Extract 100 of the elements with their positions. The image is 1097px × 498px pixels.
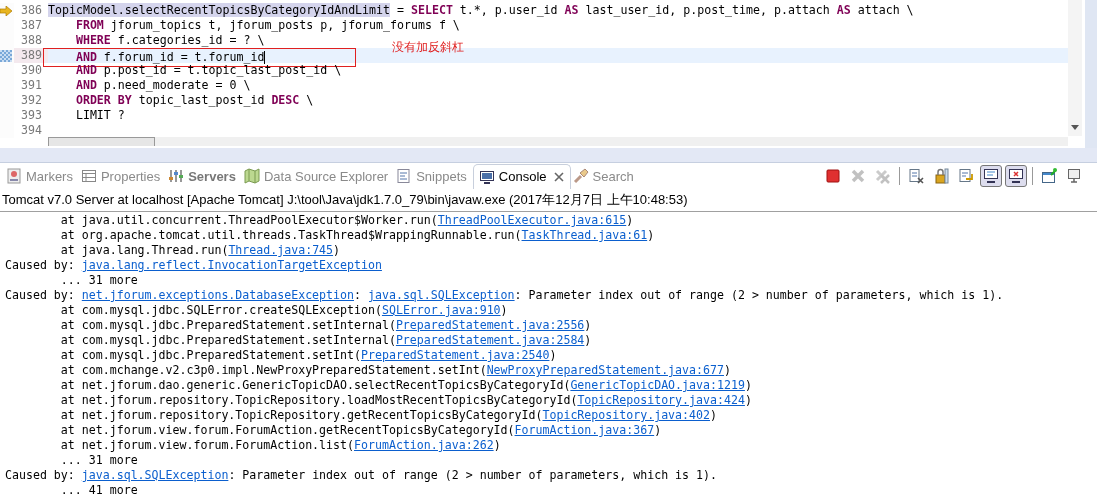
flashlight-icon <box>572 168 589 184</box>
console-text: ) <box>584 333 592 347</box>
code-line: FROM jforum_topics t, jforum_posts p, jforum_forums f \ <box>74 18 460 33</box>
code-line: LIMIT ? <box>74 108 125 123</box>
view-tab[interactable]: Servers <box>166 164 242 188</box>
line-number: 393 <box>20 108 43 123</box>
console-text: ) <box>549 348 557 362</box>
stack-trace-link[interactable]: PreparedStatement.java:2556 <box>395 318 585 332</box>
console-text: ) <box>710 408 717 422</box>
stack-trace-link[interactable]: java.sql.SQLException <box>81 468 229 482</box>
console-text: ... 31 more <box>59 273 138 287</box>
console-text: at com.mysql.jdbc.PreparedStatement.setInt( <box>59 348 361 362</box>
line-number: 391 <box>20 78 43 93</box>
monitor-icon <box>478 168 495 185</box>
code-line: WHERE f.categories_id = ? \ <box>74 33 265 48</box>
stack-trace-link[interactable]: Thread.java:745 <box>228 243 334 257</box>
line-number: 386 <box>20 3 43 18</box>
stack-trace-link[interactable]: TaskThread.java:61 <box>521 228 648 242</box>
stack-trace-link[interactable]: ThreadPoolExecutor.java:615 <box>437 213 627 227</box>
stack-trace-link[interactable]: PreparedStatement.java:2540 <box>361 348 550 362</box>
line-number: 389 <box>14 48 48 63</box>
console-text: at java.lang.Thread.run( <box>59 243 229 257</box>
document-x-icon <box>908 168 924 184</box>
stack-trace-link[interactable]: NewProxyPreparedStatement.java:677 <box>486 363 724 377</box>
stack-trace-link[interactable]: TopicRepository.java:424 <box>577 393 745 407</box>
table-icon <box>80 168 97 184</box>
stack-trace-link[interactable]: ForumAction.java:367 <box>514 423 655 437</box>
stack-trace-link[interactable]: GenericTopicDAO.java:1219 <box>570 378 745 392</box>
console-text: : Parameter index out of range (2 > number of parameters, which is 1). <box>228 468 717 482</box>
close-icon[interactable] <box>553 171 564 182</box>
console-text: Caused by: <box>5 468 76 482</box>
scroll-thumb[interactable] <box>48 137 155 146</box>
console-text: at net.jforum.repository.TopicRepository.loadMostRecentTopicsByCategoryId( <box>59 393 578 407</box>
console-text: at net.jforum.view.forum.ForumAction.list( <box>59 438 354 452</box>
console-text: ) <box>584 318 592 332</box>
view-tab[interactable]: Data Source Explorer <box>241 164 395 188</box>
line-number: 394 <box>20 123 43 138</box>
console-text: at java.util.concurrent.ThreadPoolExecutor$Worker.run( <box>59 213 438 227</box>
annotation-text: 没有加反斜杠 <box>392 40 464 55</box>
console-text: Caused by: <box>5 258 76 272</box>
console-text: ... 31 more <box>59 453 138 467</box>
console-text: ) <box>500 303 508 317</box>
line-number: 387 <box>20 18 43 33</box>
code-line: TopicModel.selectRecentTopicsByCategoryIdAndLimit = SELECT t.*, p.user_id AS last_user_id, p.post_time, p.attach AS attach \ <box>48 3 914 18</box>
scroll-down-icon <box>1071 125 1079 130</box>
console-text: at org.apache.tomcat.util.threads.TaskThread$WrappingRunnable.run( <box>59 228 522 242</box>
lock-icon <box>933 168 949 184</box>
console-text: at net.jforum.dao.generic.GenericTopicDAO.selectRecentTopicsByCategoryId( <box>59 378 571 392</box>
vertical-scrollbar[interactable] <box>1068 0 1082 136</box>
stack-trace-link[interactable]: TopicRepository.java:402 <box>542 408 710 422</box>
monitor-x-button[interactable] <box>1005 165 1027 187</box>
console-text: at com.mchange.v2.c3p0.impl.NewProxyPreparedStatement.setInt( <box>59 363 487 377</box>
console-text: ... 41 more <box>59 483 138 497</box>
line-number: 388 <box>20 33 43 48</box>
monitor-icon <box>1066 168 1082 184</box>
console-text: at com.mysql.jdbc.PreparedStatement.setInternal( <box>59 318 396 332</box>
line-number: 392 <box>20 93 43 108</box>
console-text: ) <box>647 228 655 242</box>
map-icon <box>243 168 260 184</box>
view-tab[interactable]: Properties <box>78 164 167 188</box>
console-text: : <box>354 288 362 302</box>
monitor-x-icon <box>1008 168 1024 184</box>
code-line: AND p.post_id = t.topic_last_post_id \ <box>74 63 342 78</box>
console-text: ) <box>626 213 634 227</box>
console-text: ) <box>333 243 341 257</box>
console-text: ) <box>493 438 501 452</box>
view-tab[interactable]: Console <box>472 163 571 189</box>
view-tab[interactable]: Search <box>570 164 640 188</box>
code-line: AND p.need_moderate = 0 \ <box>74 78 251 93</box>
text-caret <box>264 50 266 64</box>
console-text: ) <box>744 393 752 407</box>
stop-icon <box>825 168 841 184</box>
monitor-chat-button[interactable] <box>980 165 1002 187</box>
code-line: AND f.forum_id = t.forum_id <box>74 49 265 65</box>
console-text: ) <box>654 423 662 437</box>
stack-trace-link[interactable]: java.sql.SQLException <box>368 288 515 302</box>
stack-trace-link[interactable]: SQLError.java:910 <box>381 303 501 317</box>
code-line: ORDER BY topic_last_post_id DESC \ <box>74 93 314 108</box>
horizontal-scrollbar[interactable] <box>48 137 1068 146</box>
code-editor[interactable] <box>0 0 1097 148</box>
monitor-chat-icon <box>983 168 999 184</box>
console-title: Tomcat v7.0 Server at localhost [Apache Tomcat] J:\tool\Java\jdk1.7.0_79\bin\javaw.exe (2017年12月7日 上午10:48:53) <box>0 189 1097 212</box>
console-text: ) <box>744 378 752 392</box>
close-icon <box>850 168 866 184</box>
close-all-icon <box>875 168 891 184</box>
view-tab[interactable]: Snippets <box>394 164 473 188</box>
console-text: ) <box>723 363 731 377</box>
console-text: at com.mysql.jdbc.PreparedStatement.setInternal( <box>59 333 396 347</box>
window-pin-icon <box>1041 168 1057 184</box>
console-text: : Parameter index out of range (2 > number of parameters, which is 1). <box>514 288 1004 302</box>
console-text: Caused by: <box>5 288 76 302</box>
line-number: 390 <box>20 63 43 78</box>
stack-trace-link[interactable]: java.lang.reflect.InvocationTargetException <box>81 258 382 272</box>
view-tab[interactable]: Markers <box>4 164 79 188</box>
console-text: at net.jforum.repository.TopicRepository.getRecentTopicsByCategoryId( <box>59 408 543 422</box>
console-text: at net.jforum.view.forum.ForumAction.getRecentTopicsByCategoryId( <box>59 423 515 437</box>
stack-trace-link[interactable]: net.jforum.exceptions.DatabaseException <box>81 288 354 302</box>
stack-trace-link[interactable]: ForumAction.java:262 <box>354 438 494 452</box>
console-text: at com.mysql.jdbc.SQLError.createSQLException( <box>59 303 382 317</box>
stack-trace-link[interactable]: PreparedStatement.java:2584 <box>395 333 585 347</box>
